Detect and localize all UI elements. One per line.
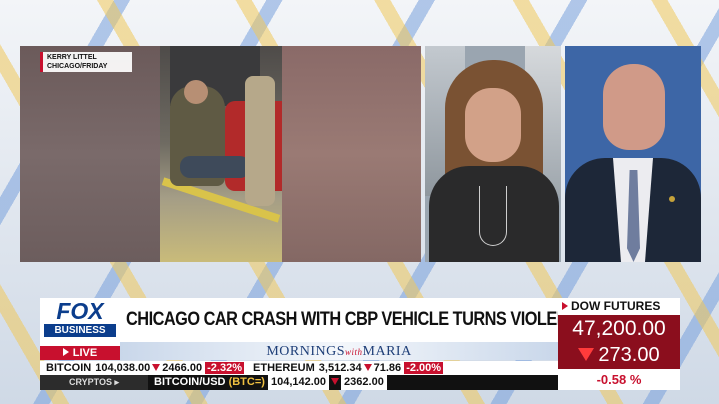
blurred-region-left xyxy=(20,46,160,262)
show-name-part2: MARIA xyxy=(362,344,412,359)
footage-scene xyxy=(160,46,295,262)
anchor-video-panel xyxy=(425,46,561,262)
ticker-item-value: 104,038.00 xyxy=(95,362,151,374)
ticker-bottom: CRYPTOS ▸ BITCOIN/USD (BTC=) 104,142.00 23… xyxy=(40,375,558,390)
guest-face xyxy=(603,64,665,150)
source-label-location: CHICAGO/FRIDAY xyxy=(47,63,108,70)
ticker-item-name: BITCOIN xyxy=(46,362,92,374)
source-label: KERRY LITTEL CHICAGO/FRIDAY xyxy=(40,52,132,72)
dow-title: DOW FUTURES xyxy=(558,298,680,315)
ticker-item-pct: -2.32% xyxy=(205,362,244,374)
ticker-item-symbol: (BTC=) xyxy=(228,376,265,388)
ticker-item-change: 2466.00 xyxy=(162,362,203,374)
cryptos-tag-label: CRYPTOS xyxy=(68,377,112,387)
ticker-item: BITCOIN 104,038.00 2466.00 -2.32% xyxy=(46,361,244,375)
down-arrow-icon xyxy=(152,364,161,371)
officer-head xyxy=(184,80,208,104)
ticker-top: BITCOIN 104,038.00 2466.00 -2.32% ETHEREUM… xyxy=(40,361,558,375)
down-arrow-icon xyxy=(363,364,372,371)
ticker-item-change: 71.86 xyxy=(373,362,402,374)
ticker-item-name: ETHEREUM xyxy=(253,362,315,374)
guest-video-panel xyxy=(565,46,701,262)
show-name-with: with xyxy=(345,347,363,357)
detained-person xyxy=(180,156,250,178)
dow-change: 273.00 xyxy=(558,342,680,369)
show-name-part1: MORNINGS xyxy=(266,344,345,359)
headline-text: CHICAGO CAR CRASH WITH CBP VEHICLE TURNS… xyxy=(126,309,578,330)
headline-bar: CHICAGO CAR CRASH WITH CBP VEHICLE TURNS… xyxy=(120,298,578,342)
standing-agent xyxy=(245,76,275,206)
show-name-bar: MORNINGSwithMARIA xyxy=(120,342,558,360)
blurred-region-right xyxy=(282,46,421,262)
dow-title-text: DOW FUTURES xyxy=(571,299,661,313)
dow-change-value: 273.00 xyxy=(598,344,660,366)
dow-value: 47,200.00 xyxy=(558,315,680,342)
video-footage-panel: KERRY LITTEL CHICAGO/FRIDAY xyxy=(20,46,421,262)
cryptos-tag: CRYPTOS ▸ xyxy=(40,375,148,390)
source-label-name: KERRY LITTEL xyxy=(47,54,97,61)
down-arrow-icon xyxy=(331,378,340,385)
anchor-necklace xyxy=(479,186,507,246)
anchor-face xyxy=(465,88,521,162)
ticker-item-pct: -2.00% xyxy=(404,362,444,374)
down-arrow-icon xyxy=(578,348,595,361)
play-icon xyxy=(62,348,69,356)
logo-fox-text: FOX xyxy=(56,298,104,324)
play-icon xyxy=(562,302,568,310)
fox-business-logo: FOX BUSINESS xyxy=(40,298,120,346)
ticker-item: BITCOIN/USD (BTC=) 104,142.00 2362.00 xyxy=(154,375,387,390)
dow-futures-box: DOW FUTURES 47,200.00 273.00 -0.58 % xyxy=(558,298,680,390)
ticker-item-change: 2362.00 xyxy=(341,375,387,390)
live-badge: LIVE xyxy=(40,346,120,360)
ticker-item-value: 104,142.00 xyxy=(267,375,330,390)
lapel-pin-icon xyxy=(669,196,675,202)
logo-business-text: BUSINESS xyxy=(44,324,116,337)
ticker-item-value: 3,512.34 xyxy=(318,362,362,374)
show-name: MORNINGSwithMARIA xyxy=(266,344,411,359)
live-label: LIVE xyxy=(72,347,98,359)
dow-percent: -0.58 % xyxy=(558,369,680,390)
ticker-item: ETHEREUM 3,512.34 71.86 -2.00% xyxy=(253,361,444,375)
ticker-item-name: BITCOIN/USD xyxy=(154,376,226,388)
